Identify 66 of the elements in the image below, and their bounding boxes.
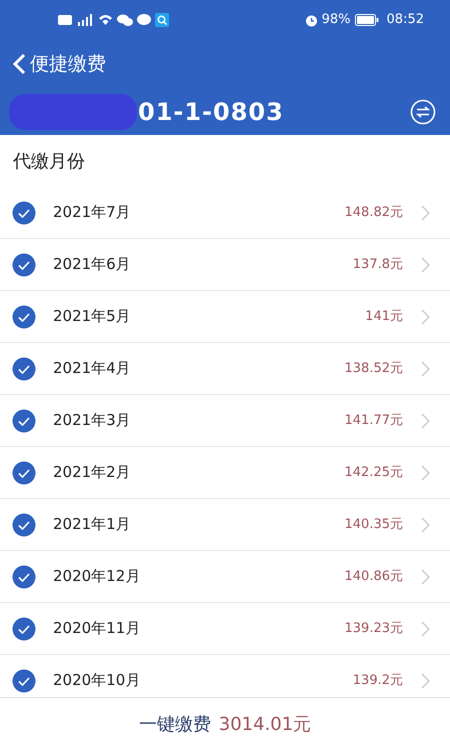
checkbox[interactable] [12,668,36,692]
month-row[interactable]: 2021年2月 142.25元 [0,447,450,499]
month-label: 2020年12月 [53,566,140,588]
month-label: 2020年11月 [53,618,140,640]
checkbox[interactable] [12,304,36,328]
month-label: 2021年2月 [53,462,131,484]
checkbox[interactable] [12,616,36,640]
search-icon [155,13,169,27]
battery-percent: 98% [322,11,351,30]
checkbox[interactable] [12,356,36,380]
checkbox[interactable] [12,512,36,536]
clock: 08:52 [386,11,424,30]
battery-icon [354,14,379,26]
month-label: 2021年3月 [53,410,131,432]
month-row[interactable]: 2021年6月 137.8元 [0,239,450,291]
month-row[interactable]: 2020年10月 139.2元 [0,655,450,697]
amount: 140.86元 [344,568,403,586]
chevron-icon [421,412,430,428]
signal-icon [76,14,94,26]
month-row[interactable]: 2021年7月 148.82元 [0,187,450,239]
month-label: 2021年5月 [53,306,131,328]
month-row[interactable]: 2021年1月 140.35元 [0,499,450,551]
amount: 138.52元 [344,360,403,378]
month-row[interactable]: 2021年3月 141.77元 [0,395,450,447]
checkbox[interactable] [12,200,36,224]
amount: 148.82元 [344,204,403,222]
month-label: 2020年10月 [53,670,140,692]
hd-icon [58,15,72,25]
chevron-icon [421,568,430,584]
checkbox[interactable] [12,460,36,484]
amount: 139.2元 [352,672,403,690]
amount: 137.8元 [352,256,403,274]
amount: 141元 [365,308,403,326]
amount: 141.77元 [344,412,403,430]
month-label: 2021年4月 [53,358,131,380]
back-button[interactable]: 便捷缴费 [12,50,106,78]
amount: 140.35元 [344,516,403,534]
month-label: 2021年1月 [53,514,131,536]
back-icon [12,53,26,75]
checkbox[interactable] [12,408,36,432]
amount: 142.25元 [344,464,403,482]
checkbox[interactable] [12,564,36,588]
chevron-icon [421,360,430,376]
pay-all-button[interactable]: 一键缴费 3014.01元 [138,710,312,738]
wifi-icon [98,14,113,26]
month-row[interactable]: 2021年4月 138.52元 [0,343,450,395]
amount: 139.23元 [344,620,403,638]
alarm-icon [304,14,318,26]
month-row[interactable]: 2021年5月 141元 [0,291,450,343]
month-label: 2021年7月 [53,202,131,224]
month-label: 2021年6月 [53,254,131,276]
chat-icon [117,14,133,26]
month-row[interactable]: 2020年11月 139.23元 [0,603,450,655]
chevron-icon [421,256,430,272]
month-row[interactable]: 2020年12月 140.86元 [0,551,450,603]
chevron-icon [421,672,430,688]
chevron-icon [421,204,430,220]
chevron-icon [421,516,430,532]
chevron-icon [421,308,430,324]
switch-button[interactable] [410,98,436,124]
section-title: 代缴月份 [13,150,85,174]
message-icon [137,14,151,26]
chevron-icon [421,464,430,480]
account-number: 01-1-0803 [138,96,284,128]
checkbox[interactable] [12,252,36,276]
chevron-icon [421,620,430,636]
